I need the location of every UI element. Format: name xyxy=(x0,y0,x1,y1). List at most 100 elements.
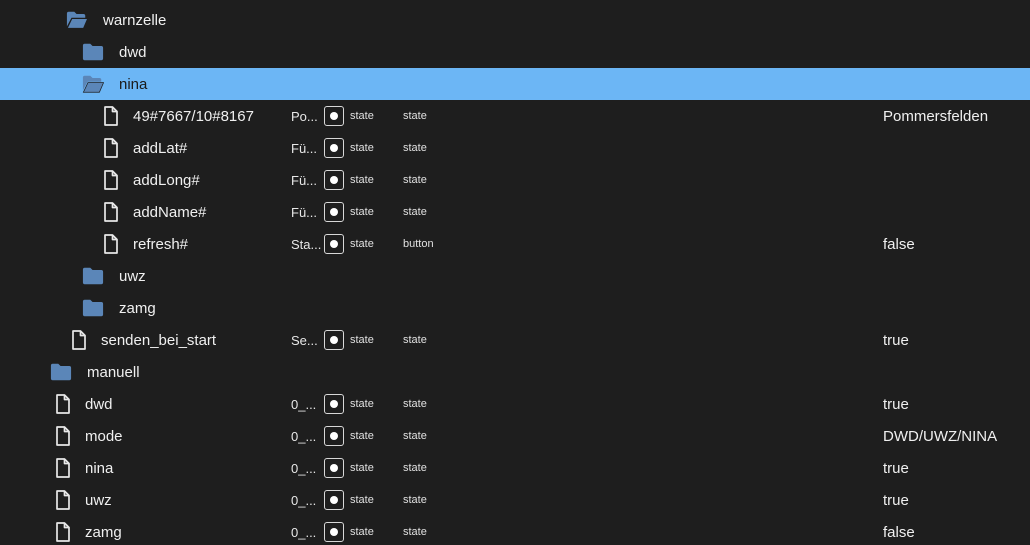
state-role: state xyxy=(403,494,427,506)
tree-row-state[interactable]: addLong# Fü... state state xyxy=(0,164,1030,196)
tree-row-state[interactable]: addName# Fü... state state xyxy=(0,196,1030,228)
folder-label: uwz xyxy=(119,268,146,285)
state-description: Se... xyxy=(291,333,318,348)
state-value[interactable]: true xyxy=(883,492,909,509)
state-value[interactable]: false xyxy=(883,524,915,541)
state-type-badge-icon[interactable] xyxy=(324,522,344,542)
tree-row-state[interactable]: nina 0_... state state true xyxy=(0,452,1030,484)
state-type: state xyxy=(350,398,374,410)
file-icon xyxy=(52,394,74,414)
state-value[interactable]: true xyxy=(883,396,909,413)
tree-row-state[interactable]: mode 0_... state state DWD/UWZ/NINA xyxy=(0,420,1030,452)
state-type-badge-icon[interactable] xyxy=(324,426,344,446)
folder-icon xyxy=(82,266,104,286)
state-name: addLong# xyxy=(133,172,200,189)
state-type-badge-icon[interactable] xyxy=(324,490,344,510)
folder-open-icon xyxy=(82,74,104,94)
file-icon xyxy=(100,202,122,222)
tree-row-warnzelle[interactable]: warnzelle xyxy=(0,4,1030,36)
state-type: state xyxy=(350,462,374,474)
tree-row-state[interactable]: senden_bei_start Se... state state true xyxy=(0,324,1030,356)
tree-row-uwz[interactable]: uwz xyxy=(0,260,1030,292)
state-role: state xyxy=(403,174,427,186)
state-value[interactable]: false xyxy=(883,236,915,253)
state-value[interactable]: Pommersfelden xyxy=(883,108,988,125)
state-role: state xyxy=(403,142,427,154)
state-name: addName# xyxy=(133,204,207,221)
state-value[interactable]: true xyxy=(883,460,909,477)
state-type: state xyxy=(350,110,374,122)
folder-label: zamg xyxy=(119,300,156,317)
state-type-badge-icon[interactable] xyxy=(324,234,344,254)
file-icon xyxy=(52,426,74,446)
state-type-badge-icon[interactable] xyxy=(324,138,344,158)
state-type: state xyxy=(350,238,374,250)
file-icon xyxy=(68,330,90,350)
state-type: state xyxy=(350,334,374,346)
state-type: state xyxy=(350,174,374,186)
state-type: state xyxy=(350,142,374,154)
tree-row-nina-selected[interactable]: nina xyxy=(0,68,1030,100)
file-icon xyxy=(52,490,74,510)
state-type-badge-icon[interactable] xyxy=(324,394,344,414)
state-name: refresh# xyxy=(133,236,189,253)
state-description: Po... xyxy=(291,109,318,124)
state-description: Fü... xyxy=(291,205,318,220)
state-description: 0_... xyxy=(291,461,317,476)
state-description: 0_... xyxy=(291,493,317,508)
state-value[interactable]: DWD/UWZ/NINA xyxy=(883,428,997,445)
file-icon xyxy=(100,170,122,190)
state-type: state xyxy=(350,206,374,218)
state-role: state xyxy=(403,206,427,218)
state-type-badge-icon[interactable] xyxy=(324,106,344,126)
state-role: state xyxy=(403,334,427,346)
state-type-badge-icon[interactable] xyxy=(324,458,344,478)
file-icon xyxy=(100,106,122,126)
folder-icon xyxy=(82,298,104,318)
file-icon xyxy=(100,234,122,254)
state-role: button xyxy=(403,238,434,250)
tree-row-zamg[interactable]: zamg xyxy=(0,292,1030,324)
state-role: state xyxy=(403,430,427,442)
state-name: dwd xyxy=(85,396,113,413)
state-type: state xyxy=(350,494,374,506)
tree-row-state[interactable]: zamg 0_... state state false xyxy=(0,516,1030,545)
tree-row-state[interactable]: uwz 0_... state state true xyxy=(0,484,1030,516)
state-role: state xyxy=(403,398,427,410)
tree-row-dwd[interactable]: dwd xyxy=(0,36,1030,68)
tree-row-state[interactable]: 49#7667/10#8167 Po... state state Pommer… xyxy=(0,100,1030,132)
file-icon xyxy=(100,138,122,158)
state-name: mode xyxy=(85,428,123,445)
state-description: Fü... xyxy=(291,141,318,156)
state-name: addLat# xyxy=(133,140,188,157)
state-name: uwz xyxy=(85,492,112,509)
folder-label: nina xyxy=(119,76,148,93)
folder-label: dwd xyxy=(119,44,147,61)
folder-label: warnzelle xyxy=(103,12,167,29)
tree-row-manuell[interactable]: manuell xyxy=(0,356,1030,388)
tree-row-state[interactable]: addLat# Fü... state state xyxy=(0,132,1030,164)
state-role: state xyxy=(403,526,427,538)
file-icon xyxy=(52,522,74,542)
state-type-badge-icon[interactable] xyxy=(324,330,344,350)
tree-row-state[interactable]: refresh# Sta... state button false xyxy=(0,228,1030,260)
state-role: state xyxy=(403,462,427,474)
folder-icon xyxy=(82,42,104,62)
state-name: nina xyxy=(85,460,114,477)
tree-row-state[interactable]: dwd 0_... state state true xyxy=(0,388,1030,420)
state-role: state xyxy=(403,110,427,122)
state-type: state xyxy=(350,526,374,538)
state-value[interactable]: true xyxy=(883,332,909,349)
state-description: 0_... xyxy=(291,429,317,444)
state-type: state xyxy=(350,430,374,442)
state-name: senden_bei_start xyxy=(101,332,217,349)
state-description: Sta... xyxy=(291,237,322,252)
folder-open-icon xyxy=(66,10,88,30)
state-type-badge-icon[interactable] xyxy=(324,202,344,222)
folder-label: manuell xyxy=(87,364,140,381)
state-description: 0_... xyxy=(291,525,317,540)
folder-icon xyxy=(50,362,72,382)
file-icon xyxy=(52,458,74,478)
state-type-badge-icon[interactable] xyxy=(324,170,344,190)
object-tree: warnzelle dwd nina 49#7667/10#8167 Po...… xyxy=(0,4,1030,545)
